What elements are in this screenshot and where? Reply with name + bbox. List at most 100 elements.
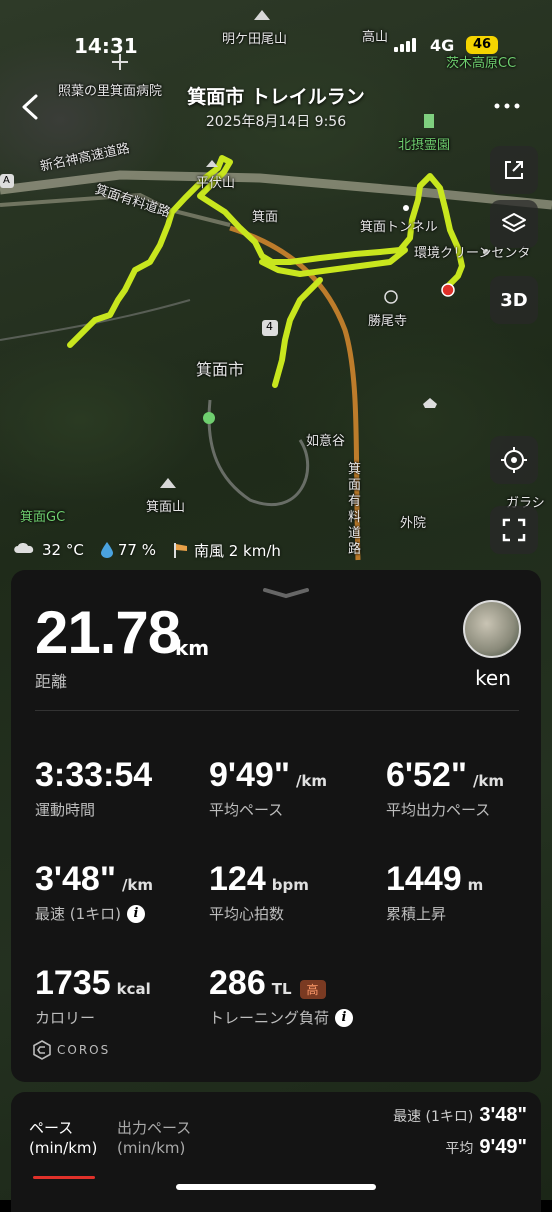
divider (35, 710, 519, 711)
best-summary: 最速 (1キロ) 3'48" (393, 1104, 527, 1127)
stat-value: 1735 (35, 964, 111, 1002)
peak-icon (254, 10, 270, 20)
peak-icon-3 (206, 160, 218, 167)
share-icon (505, 161, 523, 179)
humidity-icon (100, 542, 113, 558)
stat-label: 累積上昇 (386, 905, 447, 923)
fullscreen-button[interactable] (490, 506, 538, 554)
tab-pace-label: ペース (29, 1119, 74, 1137)
map-label-soto-in: 外院 (400, 516, 427, 531)
stat-calories: 1735 kcal カロリー (35, 964, 151, 1028)
chart-section: ペース (min/km) 出力ペース (min/km) 最速 (1キロ) 3'48… (11, 1092, 541, 1212)
stat-label-row: 最速 (1キロ) i (35, 903, 153, 924)
tab-power-pace[interactable]: 出力ペース (min/km) (117, 1118, 191, 1158)
activity-title: 箕面市 トレイルラン (187, 86, 365, 108)
route-end-marker (441, 283, 455, 297)
coros-logo: COROS (33, 1040, 110, 1060)
home-indicator[interactable] (176, 1184, 376, 1190)
stat-label: 最速 (1キロ) (35, 905, 122, 923)
route-4-road (229, 225, 361, 561)
map-label-minoh-city: 箕面市 (196, 360, 245, 379)
map-label-minoh: 箕面 (252, 210, 279, 225)
map-label-nyoidani: 如意谷 (306, 434, 346, 449)
stat-duration: 3:33:54 運動時間 (35, 756, 152, 820)
stat-value: 1449 (386, 860, 462, 898)
user-name: ken (475, 666, 511, 690)
stat-value: 286 (209, 964, 266, 1002)
stat-value: 6'52" (386, 756, 467, 794)
stat-unit: bpm (271, 876, 309, 894)
more-button[interactable] (490, 96, 524, 116)
highway-letter: A (3, 175, 10, 186)
map-label-minoh-gc: 箕面GC (20, 510, 66, 525)
route-4-number: 4 (266, 320, 273, 333)
best-label: 最速 (1キロ) (393, 1109, 474, 1125)
crosshair-icon (501, 447, 527, 473)
stat-value: 3'48" (35, 860, 116, 898)
battery-icon: 46 (466, 36, 498, 54)
stat-unit: /km (472, 772, 505, 790)
wind-flag-icon (173, 543, 187, 558)
map-label-hokusetsu: 北摂霊園 (398, 138, 451, 153)
peak-icon-2 (160, 478, 176, 488)
stat-unit: kcal (116, 980, 151, 998)
park-icon (203, 412, 215, 424)
stat-label: 平均出力ペース (386, 801, 491, 819)
layers-icon (502, 213, 526, 232)
stat-label: トレーニング負荷 (209, 1009, 330, 1027)
stat-ascent: 1449 m 累積上昇 (386, 860, 483, 924)
status-time: 14:31 (74, 34, 138, 58)
minor-road (207, 399, 310, 507)
cloud-rain-icon (14, 543, 34, 553)
avg-label: 平均 (445, 1141, 474, 1157)
avg-value: 9'49" (479, 1136, 527, 1158)
stat-value: 3:33:54 (35, 756, 153, 794)
stat-unit: TL (271, 980, 292, 998)
brand-name: COROS (57, 1043, 111, 1057)
stat-label: 平均ペース (209, 801, 284, 819)
coros-hexagon-icon (33, 1040, 51, 1060)
distance-value: 21.78 (35, 599, 181, 666)
more-dots-icon (494, 103, 520, 109)
share-button[interactable] (490, 146, 538, 194)
stat-value: 124 (209, 860, 266, 898)
best-value: 3'48" (479, 1104, 527, 1126)
map-label-minohyama: 箕面山 (146, 500, 186, 515)
drag-handle-icon[interactable] (261, 586, 311, 600)
stat-unit: /km (295, 772, 328, 790)
map-label-minoh-tunnel: 箕面トンネル (360, 220, 438, 235)
stats-panel: 21.78 km 距離 ken 3:33:54 運動時間 9'49" /km 平均… (11, 570, 541, 1082)
map-label-hiraoka: 平伏山 (196, 176, 236, 191)
stat-training-load: 286 TL 高 トレーニング負荷 i (209, 964, 354, 1028)
info-icon[interactable]: i (335, 1008, 354, 1027)
temple-icon (384, 290, 398, 304)
active-tab-indicator (33, 1176, 95, 1179)
temperature: 32 °C (42, 541, 84, 559)
stat-unit: m (467, 876, 484, 894)
load-level-badge: 高 (299, 980, 326, 999)
humidity: 77 % (117, 541, 156, 559)
stat-label-row: トレーニング負荷 i (209, 1007, 354, 1028)
map-layers-button[interactable] (490, 200, 538, 248)
info-icon[interactable]: i (127, 904, 146, 923)
shrine-icon (423, 398, 437, 408)
stat-label: 平均心拍数 (209, 905, 285, 923)
avatar[interactable] (463, 600, 521, 658)
tunnel-dot (403, 205, 409, 211)
status-bar: 14:31 4G 46 (0, 30, 552, 64)
tab-pace[interactable]: ペース (min/km) (29, 1118, 97, 1158)
stat-label: 運動時間 (35, 801, 96, 819)
3d-view-button[interactable]: 3D (490, 276, 538, 324)
expand-icon (502, 518, 526, 542)
locate-button[interactable] (490, 436, 538, 484)
signal-icon (394, 38, 416, 52)
tab-power-pace-label: 出力ペース (117, 1119, 192, 1137)
network-type: 4G (430, 36, 455, 55)
tab-power-pace-unit: (min/km) (117, 1139, 186, 1157)
stat-best-km: 3'48" /km 最速 (1キロ) i (35, 860, 153, 924)
stat-label: カロリー (35, 1009, 96, 1027)
stat-avg-pace: 9'49" /km 平均ペース (209, 756, 327, 820)
stat-unit: /km (121, 876, 154, 894)
stat-avg-power-pace: 6'52" /km 平均出力ペース (386, 756, 504, 820)
tab-pace-unit: (min/km) (29, 1139, 98, 1157)
